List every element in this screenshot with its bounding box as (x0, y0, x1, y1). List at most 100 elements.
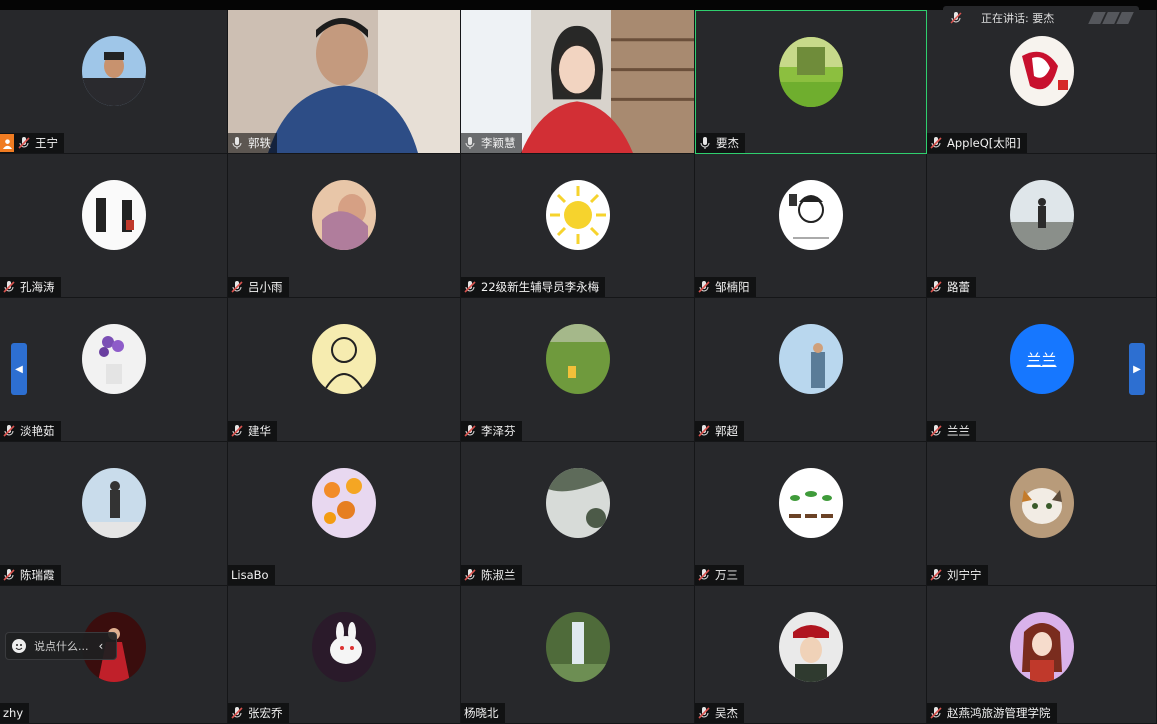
mic-muted-icon (17, 136, 31, 150)
participant-name: 郭超 (715, 424, 738, 438)
participant-tile[interactable]: 22级新生辅导员李永梅 (461, 154, 695, 298)
participant-tile[interactable]: 王宁 (0, 10, 228, 154)
participant-tile[interactable]: 张宏乔 (228, 586, 461, 724)
participant-tile[interactable]: 邹楠阳 (695, 154, 927, 298)
active-speaker-indicator: 正在讲话: 要杰 (943, 6, 1139, 30)
mic-muted-icon (230, 280, 244, 294)
participant-namebar: LisaBo (228, 565, 275, 585)
participant-tile[interactable]: AppleQ[太阳] (927, 10, 1157, 154)
mic-muted-icon (2, 424, 16, 438)
avatar (312, 324, 376, 394)
participant-namebar: 赵燕鸿旅游管理学院 (927, 703, 1057, 723)
mic-muted-icon (463, 568, 477, 582)
participant-namebar: 张宏乔 (228, 703, 289, 723)
participant-name: 兰兰 (947, 424, 970, 438)
avatar (1009, 36, 1074, 106)
participant-name: 孔海涛 (20, 280, 55, 294)
participant-tile[interactable]: 路蕾 (927, 154, 1157, 298)
mic-muted-icon (697, 568, 711, 582)
participant-namebar: 万三 (695, 565, 744, 585)
participant-tile[interactable]: 李泽芬 (461, 298, 695, 442)
participant-name: 张宏乔 (248, 706, 283, 720)
mic-muted-icon (230, 424, 244, 438)
participant-name: 郭轶 (248, 136, 271, 150)
participant-namebar: 建华 (228, 421, 277, 441)
prev-page-button[interactable]: ◀ (11, 343, 27, 395)
avatar (81, 468, 146, 538)
participant-namebar: 刘宁宁 (927, 565, 988, 585)
participant-namebar: 兰兰 (927, 421, 976, 441)
avatar (312, 180, 376, 250)
participant-name: 淡艳茹 (20, 424, 55, 438)
avatar (1009, 468, 1074, 538)
avatar (545, 180, 610, 250)
participant-tile[interactable]: 陈淑兰 (461, 442, 695, 586)
mic-muted-icon (2, 568, 16, 582)
participant-tile[interactable]: 万三 (695, 442, 927, 586)
mic-muted-icon (697, 424, 711, 438)
participant-tile[interactable]: LisaBo (228, 442, 461, 586)
participant-name: 王宁 (35, 136, 58, 150)
mic-muted-icon (697, 280, 711, 294)
chevron-right-icon: ▶ (1133, 363, 1141, 375)
chevron-left-icon[interactable]: ‹ (99, 639, 104, 653)
participant-tile[interactable]: 孔海涛 (0, 154, 228, 298)
participant-tile[interactable]: 要杰 (695, 10, 927, 154)
participant-tile[interactable]: 吕小雨 (228, 154, 461, 298)
avatar (1009, 180, 1074, 250)
participant-name: 吕小雨 (248, 280, 283, 294)
avatar (81, 324, 146, 394)
participant-name: 赵燕鸿旅游管理学院 (947, 706, 1051, 720)
participant-tile[interactable]: 陈瑞霞 (0, 442, 228, 586)
participant-tile[interactable]: 建华 (228, 298, 461, 442)
participant-name: 路蕾 (947, 280, 970, 294)
participant-tile[interactable]: 郭轶 (228, 10, 461, 154)
avatar (779, 37, 843, 107)
participant-namebar: AppleQ[太阳] (927, 133, 1027, 153)
participant-namebar: 陈瑞霞 (0, 565, 61, 585)
avatar (545, 468, 610, 538)
host-icon (0, 134, 14, 152)
avatar (312, 612, 376, 682)
mic-icon (463, 136, 477, 150)
avatar (81, 180, 146, 250)
mic-muted-icon (463, 280, 477, 294)
mic-muted-icon (949, 11, 963, 25)
participant-tile[interactable]: 郭超 (695, 298, 927, 442)
avatar (778, 612, 843, 682)
participant-grid: 王宁 郭轶 李颖慧 要杰 AppleQ[太阳] 孔海涛 吕小雨 22级新生辅导员李永梅 邹楠阳 路… (0, 10, 1157, 724)
avatar (81, 36, 146, 106)
participant-namebar: 邹楠阳 (695, 277, 756, 297)
avatar (312, 468, 376, 538)
participant-name: 建华 (248, 424, 271, 438)
next-page-button[interactable]: ▶ (1129, 343, 1145, 395)
participant-name: 杨晓北 (464, 706, 499, 720)
participant-name: 要杰 (716, 136, 739, 150)
participant-name: 22级新生辅导员李永梅 (481, 280, 600, 294)
chat-input[interactable]: 说点什么... ‹ (5, 632, 117, 660)
participant-tile[interactable]: 兰兰 兰兰 (927, 298, 1157, 442)
participant-namebar: 郭轶 (228, 133, 277, 153)
avatar (778, 468, 843, 538)
emoji-icon[interactable] (12, 639, 26, 653)
participant-namebar: 淡艳茹 (0, 421, 61, 441)
avatar (545, 324, 610, 394)
mic-muted-icon (929, 424, 943, 438)
participant-tile[interactable]: 杨晓北 (461, 586, 695, 724)
participant-namebar: 李泽芬 (461, 421, 522, 441)
mic-muted-icon (230, 706, 244, 720)
participant-namebar: 要杰 (696, 133, 745, 153)
participant-tile[interactable]: 吴杰 (695, 586, 927, 724)
participant-namebar: zhy (0, 703, 30, 723)
participant-name: AppleQ[太阳] (947, 136, 1021, 150)
participant-tile[interactable]: 刘宁宁 (927, 442, 1157, 586)
participant-tile[interactable]: 淡艳茹 (0, 298, 228, 442)
participant-tile[interactable]: 赵燕鸿旅游管理学院 (927, 586, 1157, 724)
participant-name: LisaBo (231, 568, 269, 582)
avatar (1009, 612, 1074, 682)
signal-icon (1088, 12, 1134, 24)
participant-tile[interactable]: 李颖慧 (461, 10, 695, 154)
avatar (545, 612, 610, 682)
participant-video (461, 10, 694, 153)
participant-name: zhy (3, 706, 24, 720)
